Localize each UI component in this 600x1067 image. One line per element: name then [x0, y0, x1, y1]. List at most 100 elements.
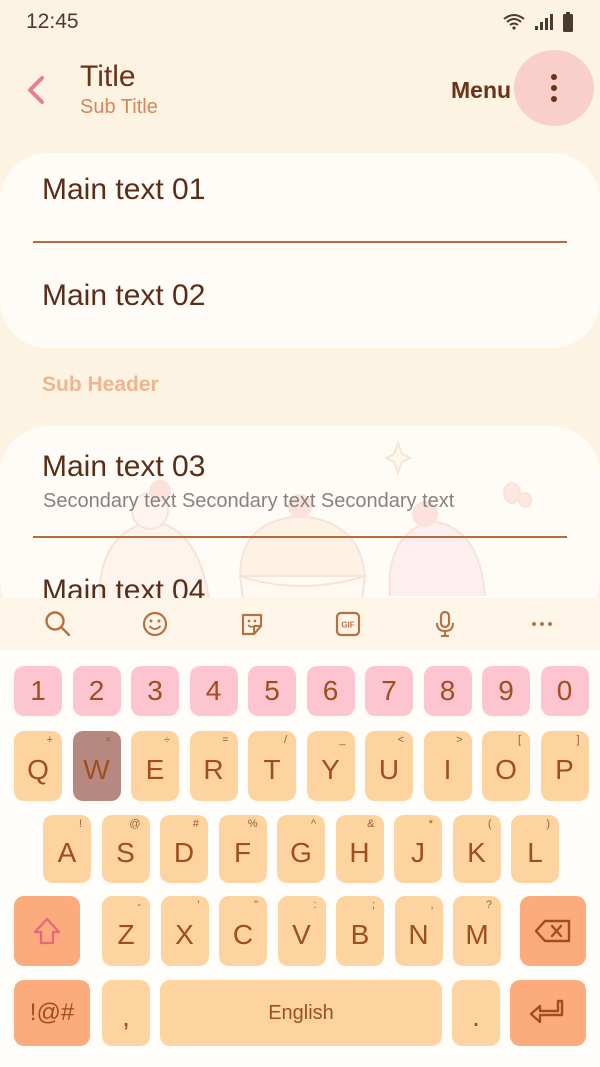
number-key-1[interactable]: 1 — [14, 666, 62, 716]
back-button[interactable] — [22, 72, 52, 108]
key-label: O — [495, 754, 517, 785]
number-key-3[interactable]: 3 — [131, 666, 179, 716]
key-e[interactable]: E ÷ — [131, 731, 179, 801]
key-m[interactable]: M? — [453, 896, 501, 966]
page-subtitle: Sub Title — [80, 96, 158, 118]
battery-icon — [563, 12, 573, 32]
key-hint: ? — [485, 899, 492, 911]
number-key-7[interactable]: 7 — [365, 666, 413, 716]
page-title: Title — [80, 60, 136, 93]
number-key-6[interactable]: 6 — [306, 666, 355, 716]
key-hint: ÷ — [163, 734, 170, 746]
menu-button[interactable]: Menu — [451, 77, 511, 104]
key-a[interactable]: A! — [43, 815, 91, 883]
shift-key[interactable] — [14, 896, 80, 966]
key-hint: ^ — [310, 818, 316, 830]
key-hint: # — [192, 818, 199, 830]
emoji-button[interactable] — [135, 604, 175, 644]
key-hint: < — [397, 734, 404, 746]
status-bar: 12:45 — [0, 0, 600, 44]
voice-input-button[interactable] — [425, 604, 465, 644]
key-x[interactable]: X ' — [160, 896, 209, 966]
key-k[interactable]: K( — [452, 815, 501, 883]
key-label: 4 — [205, 675, 222, 706]
key-label: D — [173, 837, 195, 868]
more-options-button[interactable] — [514, 50, 594, 126]
key-z[interactable]: Z- — [102, 896, 150, 966]
divider — [33, 536, 567, 538]
key-q[interactable]: Q + — [14, 731, 62, 801]
number-key-9[interactable]: 9 — [482, 666, 530, 716]
key-i[interactable]: I > — [423, 731, 472, 801]
key-y[interactable]: Y _ — [306, 731, 355, 801]
divider — [33, 241, 567, 243]
key-label: U — [378, 754, 400, 785]
gif-button[interactable]: GIF — [328, 604, 368, 644]
key-label: L — [527, 837, 543, 868]
list-item-3[interactable]: Main text 03 — [42, 450, 205, 484]
number-key-2[interactable]: 2 — [72, 666, 121, 716]
key-l[interactable]: L) — [511, 815, 559, 883]
list-item-1[interactable]: Main text 01 — [42, 173, 205, 207]
key-hint: ; — [371, 899, 375, 911]
key-label: R — [203, 754, 224, 785]
key-h[interactable]: H & — [335, 815, 384, 883]
key-label: 2 — [88, 675, 105, 706]
list-item-2[interactable]: Main text 02 — [42, 279, 205, 313]
key-label: S — [116, 837, 135, 868]
key-label: 1 — [30, 675, 46, 706]
key-r[interactable]: R = — [189, 731, 238, 801]
sticker-button[interactable] — [232, 604, 272, 644]
key-n[interactable]: N, — [394, 896, 443, 966]
period-key[interactable]: . — [452, 980, 500, 1046]
key-hint: : — [313, 899, 317, 911]
search-button[interactable] — [38, 604, 78, 644]
more-tools-button[interactable] — [522, 604, 562, 644]
backspace-key[interactable] — [520, 896, 586, 966]
key-hint: = — [222, 734, 229, 746]
key-hint: _ — [339, 734, 346, 746]
key-w[interactable]: W × — [72, 731, 121, 801]
key-t[interactable]: T / — [248, 731, 296, 801]
status-time: 12:45 — [26, 10, 79, 33]
key-g[interactable]: G ^ — [277, 815, 325, 883]
enter-key[interactable] — [510, 980, 586, 1046]
key-label: C — [232, 919, 254, 950]
key-label: K — [467, 837, 486, 868]
key-v[interactable]: V: — [277, 896, 326, 966]
number-key-8[interactable]: 8 — [423, 666, 472, 716]
key-b[interactable]: B; — [336, 896, 384, 966]
key-label: Q — [27, 754, 49, 785]
more-horizontal-icon — [531, 622, 552, 626]
key-d[interactable]: D # — [160, 815, 208, 883]
key-label: 8 — [439, 675, 456, 706]
list-card-2: Main text 03 Secondary text Secondary te… — [0, 426, 600, 626]
number-key-5[interactable]: 5 — [248, 666, 296, 716]
number-key-4[interactable]: 4 — [189, 666, 238, 716]
list-item-3-secondary: Secondary text Secondary text Secondary … — [43, 490, 455, 512]
signal-icon — [535, 14, 553, 30]
key-hint: / — [283, 734, 287, 746]
space-key[interactable]: English — [160, 980, 442, 1046]
key-hint: & — [367, 818, 375, 830]
comma-key[interactable]: , — [102, 980, 150, 1046]
key-p[interactable]: P] — [540, 731, 589, 801]
key-f[interactable]: F% — [218, 815, 267, 883]
key-label: M — [465, 919, 489, 950]
key-label: X — [175, 919, 194, 950]
number-key-0[interactable]: 0 — [540, 666, 589, 716]
key-hint: @ — [129, 818, 141, 830]
key-label: F — [233, 837, 252, 868]
key-c[interactable]: C " — [219, 896, 267, 966]
key-hint: ! — [78, 818, 82, 830]
key-o[interactable]: O[ — [482, 731, 530, 801]
key-j[interactable]: J * — [394, 815, 442, 883]
key-hint: ] — [576, 734, 580, 746]
key-u[interactable]: U < — [365, 731, 413, 801]
key-label: N — [408, 919, 429, 950]
key-hint: × — [105, 734, 112, 746]
more-vertical-icon — [551, 74, 557, 102]
key-s[interactable]: S @ — [101, 815, 150, 883]
symbols-key[interactable]: !@# — [14, 980, 90, 1046]
chevron-left-icon — [28, 76, 44, 104]
